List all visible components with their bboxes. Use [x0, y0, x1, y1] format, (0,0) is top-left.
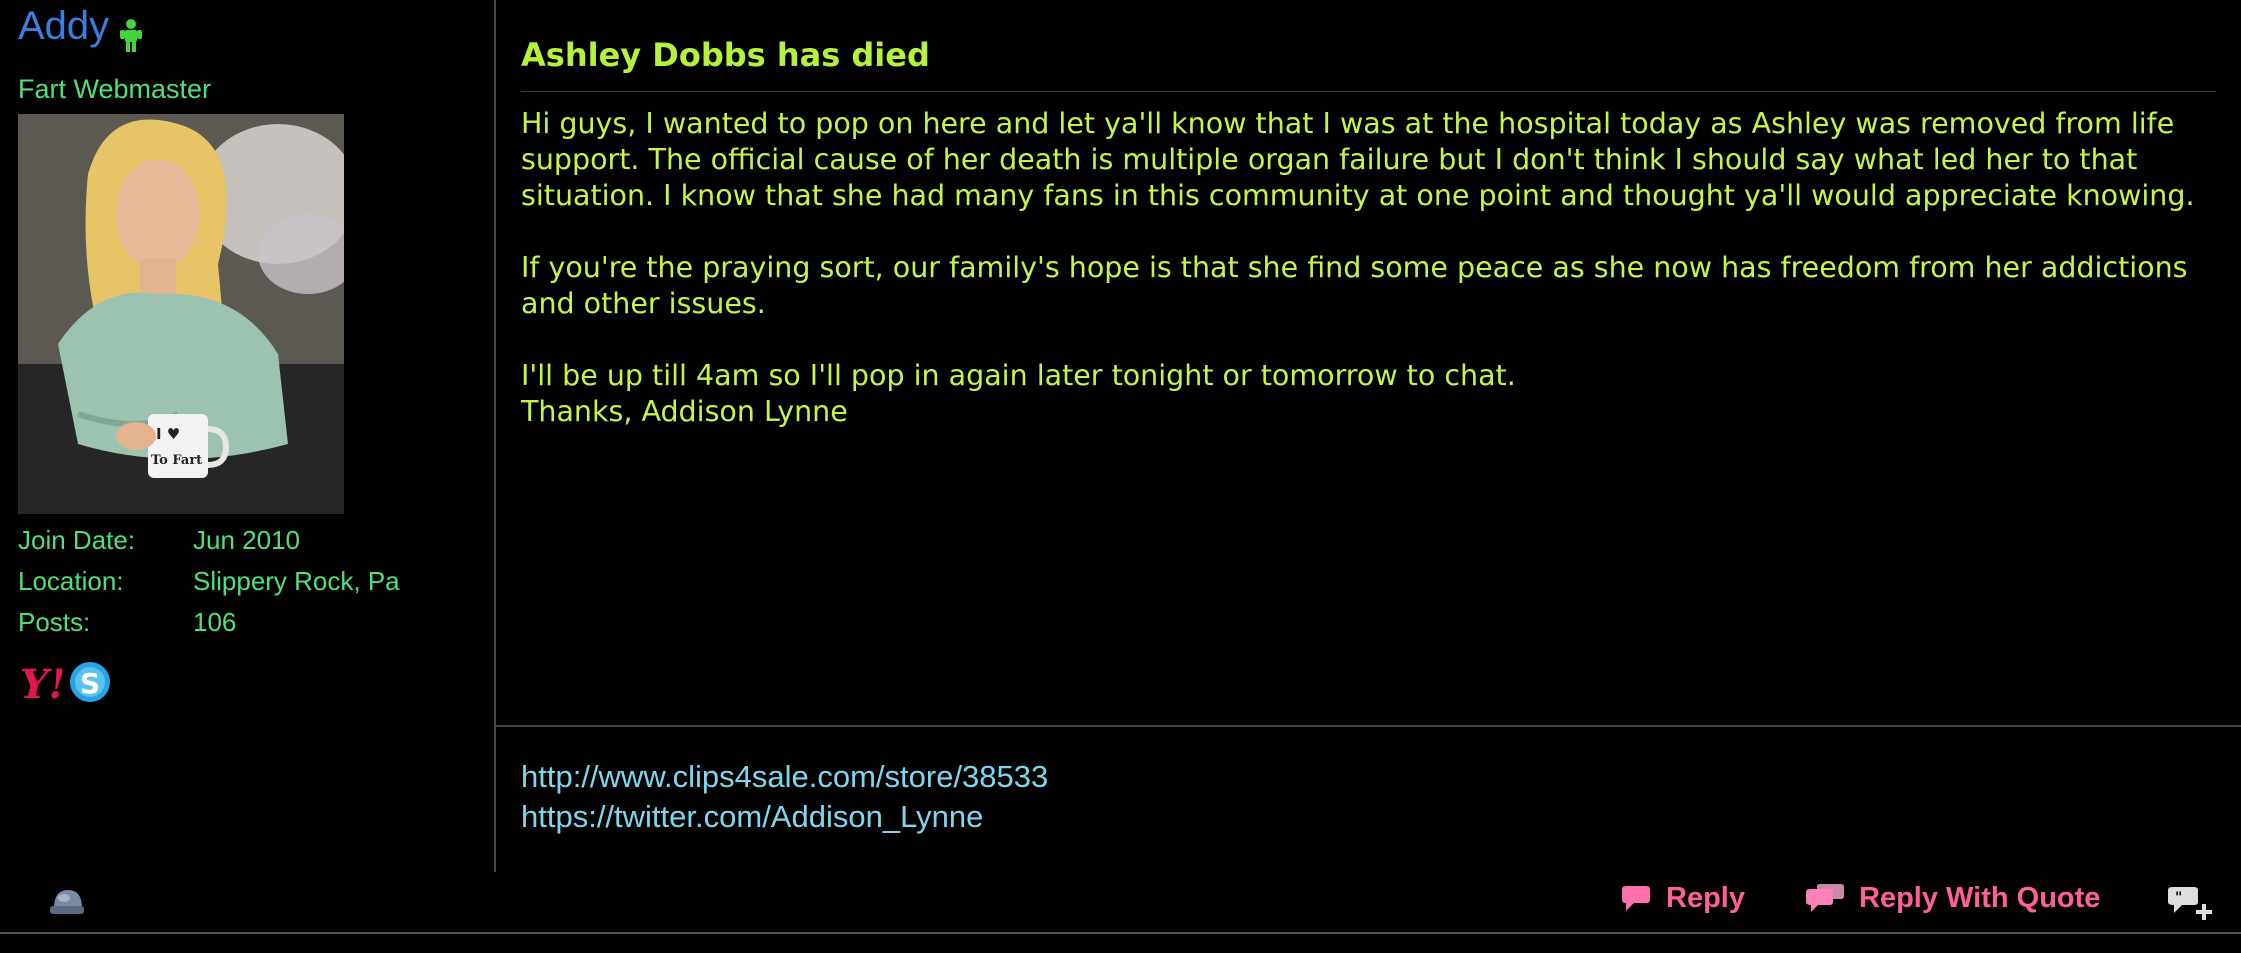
post-body: Ashley Dobbs has died Hi guys, I wanted …: [496, 0, 2241, 872]
reply-quote-icon: [1806, 883, 1844, 912]
user-avatar[interactable]: I ♥ To Fart: [18, 114, 344, 514]
reply-button[interactable]: Reply: [1620, 882, 1745, 915]
title-divider: [521, 91, 2216, 92]
message-paragraph: Thanks, Addison Lynne: [521, 395, 848, 428]
user-stats: Join Date: Jun 2010 Location: Slippery R…: [18, 525, 400, 648]
message-paragraph: I'll be up till 4am so I'll pop in again…: [521, 359, 1516, 392]
reply-quote-label: Reply With Quote: [1859, 882, 2101, 914]
stat-location: Location: Slippery Rock, Pa: [18, 566, 400, 607]
ip-icon[interactable]: [46, 886, 86, 918]
mug-text-line1: I ♥: [156, 425, 180, 443]
stat-posts: Posts: 106: [18, 607, 400, 648]
svg-text:S: S: [80, 667, 100, 700]
reply-with-quote-button[interactable]: Reply With Quote: [1805, 882, 2100, 915]
yahoo-icon[interactable]: Y!: [18, 660, 66, 708]
stat-label: Location:: [18, 566, 124, 596]
user-title: Fart Webmaster: [18, 74, 212, 104]
bottom-divider: [0, 932, 2241, 934]
username-link[interactable]: Addy: [18, 4, 109, 49]
message-paragraph: If you're the praying sort, our family's…: [521, 251, 2188, 320]
reply-label: Reply: [1666, 882, 1745, 914]
stat-value: Slippery Rock, Pa: [193, 566, 400, 596]
stat-label: Posts:: [18, 607, 91, 637]
signature-link-store[interactable]: http://www.clips4sale.com/store/38533: [521, 757, 1048, 797]
multiquote-icon[interactable]: ": [2166, 886, 2218, 922]
post-title: Ashley Dobbs has died: [521, 36, 930, 74]
user-info-panel: Addy Fart Webmaster I ♥ To Fart Join Dat…: [0, 0, 496, 872]
skype-icon[interactable]: S: [68, 660, 112, 704]
message-paragraph: Hi guys, I wanted to pop on here and let…: [521, 107, 2195, 212]
online-status-icon: [120, 19, 142, 52]
stat-join-date: Join Date: Jun 2010: [18, 525, 400, 566]
signature-divider: [496, 725, 2241, 727]
post-message: Hi guys, I wanted to pop on here and let…: [521, 106, 2231, 430]
post-footer: Reply Reply With Quote ": [0, 872, 2241, 932]
avatar-image: I ♥ To Fart: [18, 114, 344, 514]
reply-icon: [1622, 885, 1650, 911]
svg-text:": ": [2175, 890, 2182, 906]
signature-link-twitter[interactable]: https://twitter.com/Addison_Lynne: [521, 797, 1048, 837]
contact-icons: Y! S: [18, 660, 112, 708]
stat-value: 106: [193, 607, 237, 637]
stat-label: Join Date:: [18, 525, 136, 555]
mug-text-line2: To Fart: [151, 453, 202, 468]
svg-text:Y!: Y!: [20, 661, 62, 704]
signature: http://www.clips4sale.com/store/38533 ht…: [521, 757, 1048, 837]
stat-value: Jun 2010: [193, 525, 300, 555]
